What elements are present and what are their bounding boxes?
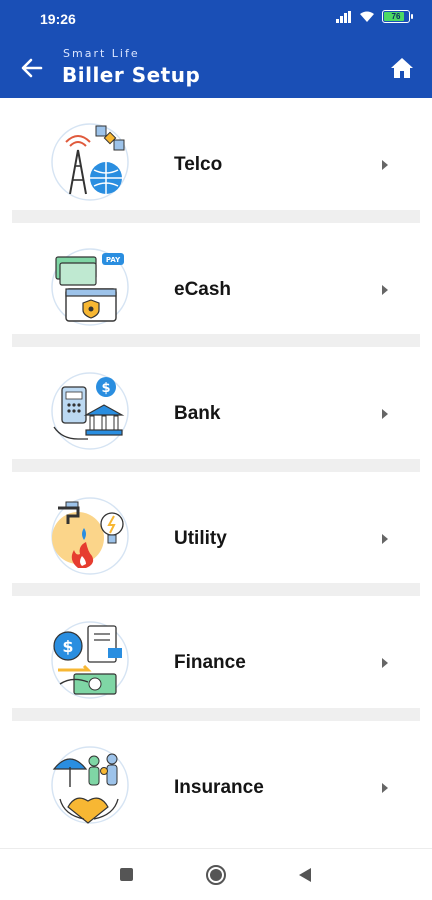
list-item-finance[interactable]: $ Finance [0, 596, 432, 721]
insurance-icon [51, 746, 129, 824]
header-subtitle: Smart Life [63, 47, 140, 60]
list-item-label: eCash [174, 278, 232, 300]
chevron-right-icon [382, 284, 388, 295]
list-item-label: Utility [174, 527, 227, 549]
signal-icon [336, 10, 351, 23]
home-dot [210, 869, 222, 881]
ecash-icon: PAY [51, 247, 129, 326]
list-item-utility[interactable]: Utility [0, 471, 432, 597]
system-nav-bar [0, 848, 432, 900]
chevron-right-icon [382, 658, 388, 669]
list-item-ecash[interactable]: PAY eCash [0, 222, 432, 348]
home-icon[interactable] [390, 56, 414, 80]
list-item-insurance[interactable]: Insurance [0, 720, 432, 846]
status-time: 19:26 [40, 11, 76, 27]
list-item-label: Bank [174, 403, 221, 425]
bank-icon: $ [51, 372, 129, 450]
battery-icon: 76 [382, 10, 413, 23]
chevron-right-icon [382, 533, 388, 544]
svg-text:$: $ [101, 381, 110, 396]
divider [12, 458, 420, 472]
biller-list: Telco PAY eCash $ Bank Utility $ Finance… [0, 98, 432, 846]
wifi-icon [360, 11, 374, 22]
list-item-label: Insurance [174, 776, 264, 798]
status-icons: 76 [336, 10, 413, 23]
status-bar: 19:26 76 [0, 0, 432, 36]
finance-icon: $ [51, 621, 129, 700]
divider [12, 334, 420, 348]
divider [12, 583, 420, 597]
app-header: 19:26 76 Smart Life Biller Setup [0, 0, 432, 98]
back-triangle-icon[interactable] [298, 867, 312, 883]
telco-icon [51, 123, 129, 201]
list-item-telco[interactable]: Telco [0, 98, 432, 223]
svg-text:$: $ [62, 637, 73, 656]
battery-percentage: 76 [391, 12, 401, 21]
arrow-left-icon[interactable] [18, 54, 46, 82]
list-item-label: Telco [174, 154, 223, 175]
svg-text:PAY: PAY [106, 256, 121, 264]
chevron-right-icon [382, 409, 388, 420]
recent-apps-icon[interactable] [120, 868, 133, 881]
list-item-bank[interactable]: $ Bank [0, 347, 432, 472]
chevron-right-icon [382, 160, 388, 170]
home-circle-icon[interactable] [206, 865, 226, 885]
list-item-label: Finance [174, 652, 246, 674]
chevron-right-icon [382, 782, 388, 793]
page-title: Biller Setup [62, 63, 201, 87]
divider [12, 707, 420, 721]
utility-icon [51, 497, 129, 575]
divider [12, 209, 420, 223]
